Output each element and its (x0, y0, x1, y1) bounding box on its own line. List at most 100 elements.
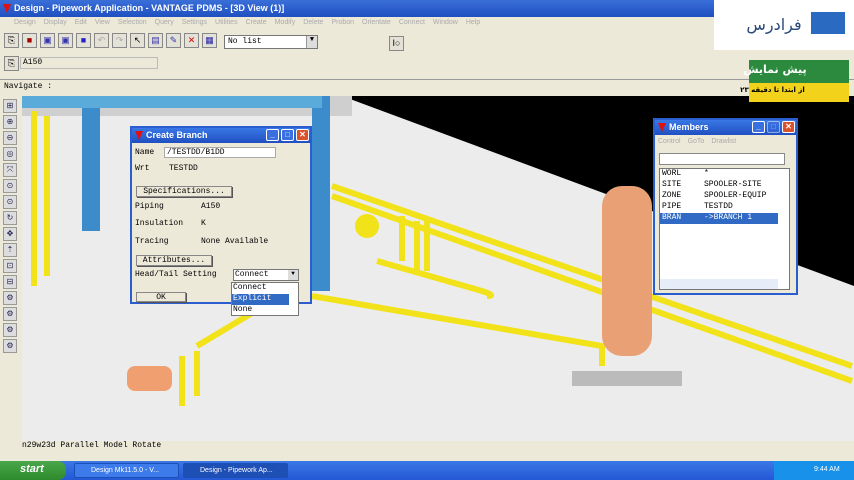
spec-field[interactable]: A150 (20, 57, 158, 69)
specifications-button[interactable]: Specifications... (136, 186, 232, 197)
menu-goto[interactable]: GoTo (688, 138, 705, 145)
menu-connect[interactable]: Connect (399, 19, 425, 29)
view-icon[interactable]: ■ (76, 33, 91, 48)
list-select[interactable]: No list ▼ (224, 35, 318, 49)
list-scrollbar[interactable] (660, 279, 778, 289)
member-row[interactable]: BRAN ->BRANCH 1 (660, 213, 778, 224)
chevron-down-icon[interactable]: ▼ (288, 270, 298, 280)
settings4-icon[interactable]: ⚙ (3, 339, 17, 353)
headtail-dropdown: Connect Explicit None (231, 282, 299, 316)
name-input[interactable]: /TESTDD/B1DD (164, 147, 276, 158)
member-type: BRAN (662, 213, 682, 222)
menu-selection[interactable]: Selection (118, 19, 147, 29)
member-row[interactable]: PIPE TESTDD (660, 202, 778, 213)
walk-icon[interactable]: ⤧ (3, 163, 17, 177)
member-type: ZONE (662, 191, 682, 200)
list-select-value: No list (228, 37, 262, 46)
list-icon[interactable]: ▦ (202, 33, 217, 48)
status-bar: n29w23d Parallel Model Rotate (0, 441, 854, 461)
menu-drawlist[interactable]: Drawlist (711, 138, 736, 145)
task-design-mk11[interactable]: Design Mk11.5.0 - V... (74, 463, 179, 478)
ok-button[interactable]: OK (136, 292, 186, 302)
menu-edit[interactable]: Edit (75, 19, 87, 29)
member-row[interactable]: WORL * (660, 169, 778, 180)
start-button[interactable]: start (0, 461, 66, 480)
spec-icon[interactable]: ⎘ (4, 56, 19, 71)
cursor-highlight (355, 214, 379, 238)
menu-create[interactable]: Create (246, 19, 267, 29)
zoom-all-icon[interactable]: ◎ (3, 147, 17, 161)
pan-icon[interactable]: ✥ (3, 227, 17, 241)
limits-icon[interactable]: ⊡ (3, 259, 17, 273)
pick-icon[interactable]: ✎ (166, 33, 181, 48)
magnify-icon[interactable]: ⊙ (3, 195, 17, 209)
settings2-icon[interactable]: ⚙ (3, 307, 17, 321)
vessel-base (572, 371, 682, 386)
menu-query[interactable]: Query (155, 19, 174, 29)
option-connect[interactable]: Connect (232, 283, 298, 294)
headtail-select[interactable]: Connect ▼ (233, 269, 299, 281)
left-toolbar: ⊞ ⊕ ⊖ ◎ ⤧ ⊙ ⊙ ↻ ✥ ⇡ ⊡ ⊟ ⚙ ⚙ ⚙ ⚙ (0, 96, 22, 441)
rotate-icon[interactable]: ↻ (3, 211, 17, 225)
elevation-icon[interactable]: ⇡ (3, 243, 17, 257)
open-icon[interactable]: ⎘ (4, 33, 19, 48)
member-row[interactable]: ZONE SPOOLER-EQUIP (660, 191, 778, 202)
graphics-icon[interactable]: ▤ (148, 33, 163, 48)
menu-help[interactable]: Help (466, 19, 480, 29)
menu-orientate[interactable]: Orientate (362, 19, 391, 29)
window2-icon[interactable]: ▣ (58, 33, 73, 48)
zoom-in-icon[interactable]: ⊕ (3, 115, 17, 129)
minimize-button[interactable]: _ (752, 121, 765, 133)
menu-utilities[interactable]: Utilities (215, 19, 238, 29)
menu-view[interactable]: View (95, 19, 110, 29)
settings3-icon[interactable]: ⚙ (3, 323, 17, 337)
members-dialog: Members _ □ ✕ Control GoTo Drawlist WORL * SIT… (653, 118, 798, 295)
steel-column (312, 96, 330, 291)
close-button[interactable]: ✕ (782, 121, 795, 133)
app-logo-icon (135, 131, 143, 140)
menu-design[interactable]: Design (14, 19, 36, 29)
maximize-button[interactable]: □ (281, 129, 294, 141)
watermark-range: از ابتدا تا دقیقه ۲۳ (740, 86, 805, 94)
delete-icon[interactable]: ✕ (184, 33, 199, 48)
task-design-pipework[interactable]: Design - Pipework Ap... (183, 463, 288, 478)
close-button[interactable]: ✕ (296, 129, 309, 141)
member-type: WORL (662, 169, 682, 178)
wrt-label: Wrt (135, 164, 150, 173)
menu-delete[interactable]: Delete (303, 19, 323, 29)
option-none[interactable]: None (232, 305, 298, 316)
menu-modify[interactable]: Modify (275, 19, 296, 29)
horizontal-scrollbar[interactable] (659, 153, 785, 165)
zoom-window-icon[interactable]: ⊞ (3, 99, 17, 113)
undo-icon[interactable]: ↶ (94, 33, 109, 48)
tool-icon[interactable]: I○ (389, 36, 404, 51)
save-icon[interactable]: ■ (22, 33, 37, 48)
redo-icon[interactable]: ↷ (112, 33, 127, 48)
section-icon[interactable]: ⊟ (3, 275, 17, 289)
minimize-button[interactable]: _ (266, 129, 279, 141)
dialog-titlebar: Members _ □ ✕ (655, 120, 796, 135)
vessel (602, 186, 652, 356)
menu-window[interactable]: Window (433, 19, 458, 29)
option-explicit[interactable]: Explicit (232, 294, 289, 305)
zoom-icon[interactable]: ⊙ (3, 179, 17, 193)
attributes-button[interactable]: Attributes... (136, 255, 212, 266)
pointer-icon[interactable]: ↖ (130, 33, 145, 48)
member-name: * (704, 169, 709, 178)
menu-settings[interactable]: Settings (182, 19, 207, 29)
dialog-title: Members (669, 122, 709, 132)
window-icon[interactable]: ▣ (40, 33, 55, 48)
app-logo-icon (658, 123, 666, 132)
member-row[interactable]: SITE SPOOLER-SITE (660, 180, 778, 191)
members-list: WORL * SITE SPOOLER-SITE ZONE SPOOLER-EQUIP PI… (659, 168, 790, 290)
chevron-down-icon[interactable]: ▼ (306, 36, 317, 48)
maximize-button[interactable]: □ (767, 121, 780, 133)
menu-probon[interactable]: Probon (331, 19, 354, 29)
member-name: SPOOLER-SITE (704, 180, 762, 189)
settings-icon[interactable]: ⚙ (3, 291, 17, 305)
member-type: PIPE (662, 202, 682, 211)
menu-control[interactable]: Control (658, 138, 681, 145)
menu-display[interactable]: Display (44, 19, 67, 29)
zoom-out-icon[interactable]: ⊖ (3, 131, 17, 145)
watermark-preview: پیش نمایش (743, 63, 807, 76)
